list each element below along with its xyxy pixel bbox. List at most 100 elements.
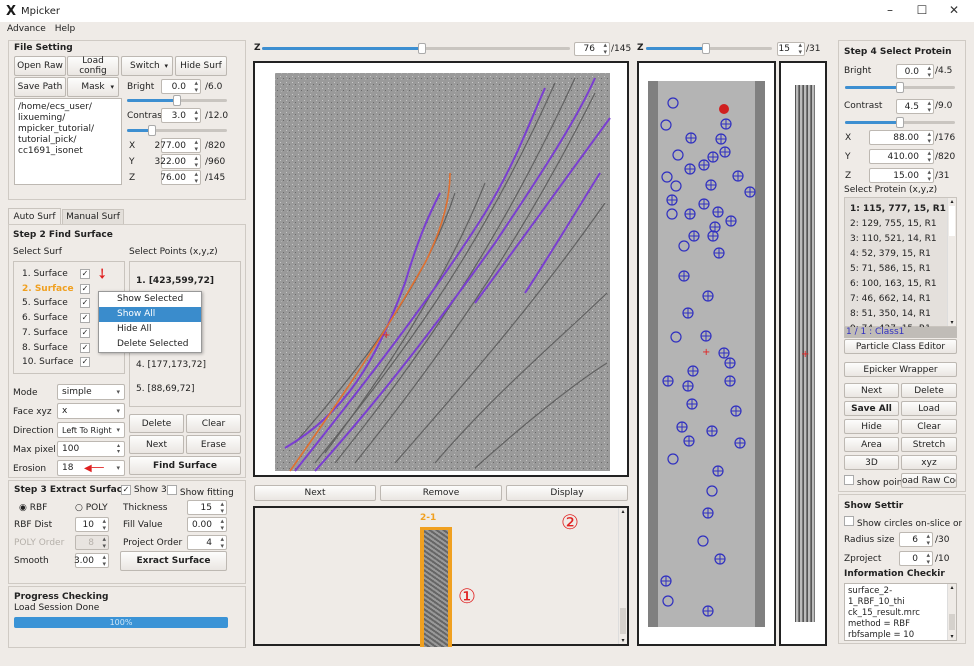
spin-arrows-icon[interactable]: ▴ ▾: [220, 517, 224, 531]
epicker-wrapper-button[interactable]: Epicker Wrapper: [844, 362, 957, 377]
spin-arrows-icon[interactable]: ▴ ▾: [117, 443, 120, 455]
spin-arrows-icon[interactable]: ▴ ▾: [926, 532, 930, 546]
protein-item[interactable]: 6: 100, 163, 15, R1: [845, 277, 956, 292]
protein-list-scrollbar[interactable]: ▴ ▾: [947, 198, 956, 326]
spin-arrows-icon[interactable]: ▴ ▾: [194, 138, 198, 152]
surface-item[interactable]: 1. Surface ✓: [22, 269, 90, 279]
next-surface-button[interactable]: Next: [254, 485, 376, 501]
face-select[interactable]: x ▾: [57, 403, 125, 419]
menu-help[interactable]: Help: [55, 24, 76, 34]
spin-arrows-icon[interactable]: ▴ ▾: [194, 79, 198, 93]
surface-thumbnail[interactable]: [420, 527, 452, 647]
tomogram-view[interactable]: +: [253, 61, 629, 477]
point-item[interactable]: 5. [88,69,72]: [136, 384, 195, 394]
menu-item-delete-selected[interactable]: Delete Selected: [99, 337, 201, 352]
hide-button[interactable]: Hide: [844, 419, 899, 434]
slider-handle[interactable]: [702, 43, 711, 54]
slider-handle[interactable]: [896, 117, 904, 128]
scroll-down-icon[interactable]: ▾: [948, 319, 956, 326]
close-button[interactable]: ✕: [944, 3, 964, 17]
contrast-spinbox[interactable]: 3.0 ▴ ▾: [161, 108, 201, 123]
selected-particle-marker-icon[interactable]: [719, 104, 729, 114]
spin-arrows-icon[interactable]: ▴ ▾: [102, 517, 106, 531]
protein-item[interactable]: 5: 71, 586, 15, R1: [845, 262, 956, 277]
spin-arrows-icon[interactable]: ▴ ▾: [927, 130, 931, 144]
mode-select[interactable]: simple ▾: [57, 384, 125, 400]
switch-dropdown[interactable]: Switch ▾: [121, 56, 173, 76]
surface-item[interactable]: 2. Surface ✓: [22, 283, 90, 294]
surface-visibility-checkbox[interactable]: ✓: [80, 313, 90, 324]
next-button[interactable]: Next: [129, 435, 184, 454]
load-button[interactable]: Load: [901, 401, 957, 416]
tab-auto-surf[interactable]: Auto Surf: [8, 208, 61, 224]
show3d-checkbox[interactable]: ✓ Show 3D: [121, 485, 174, 495]
spin-arrows-icon[interactable]: ▴ ▾: [927, 149, 931, 163]
protein-item[interactable]: 4: 52, 379, 15, R1: [845, 247, 956, 262]
s4-x-spinbox[interactable]: 88.00 ▴ ▾: [869, 130, 934, 145]
particle-class-editor-button[interactable]: Particle Class Editor: [844, 339, 957, 354]
find-surface-button[interactable]: Find Surface: [129, 456, 241, 475]
radius-spinbox[interactable]: 6 ▴ ▾: [899, 532, 933, 547]
spin-arrows-icon[interactable]: ▴ ▾: [102, 553, 106, 567]
mask-dropdown[interactable]: Mask ▾: [67, 77, 119, 97]
show-circles-checkbox[interactable]: Show circles on-slice onl: [844, 516, 962, 529]
remove-surface-button[interactable]: Remove: [380, 485, 502, 501]
scroll-down-icon[interactable]: ▾: [948, 633, 956, 640]
spin-arrows-icon[interactable]: ▴ ▾: [603, 42, 607, 56]
open-raw-button[interactable]: Open Raw: [14, 56, 66, 76]
spin-arrows-icon[interactable]: ▴ ▾: [220, 535, 224, 549]
scroll-up-icon[interactable]: ▴: [619, 508, 627, 515]
z-spinbox[interactable]: 76.00 ▴ ▾: [160, 170, 201, 185]
surface-item[interactable]: 8. Surface ✓: [22, 342, 90, 353]
stretch-button[interactable]: Stretch: [901, 437, 957, 452]
tab-manual-surf[interactable]: Manual Surf: [62, 209, 124, 224]
surface-visibility-checkbox[interactable]: ✓: [80, 342, 90, 353]
direction-select[interactable]: Left To Right ▾: [57, 422, 125, 438]
s4-contrast-slider[interactable]: [845, 117, 955, 128]
load-config-button[interactable]: Load config: [67, 56, 119, 76]
clear-points-button[interactable]: Clear: [186, 414, 241, 433]
surface-z-spinbox[interactable]: 15 ▴ ▾: [777, 42, 805, 56]
surface-view[interactable]: +: [637, 61, 776, 646]
surface-image[interactable]: +: [648, 81, 765, 627]
spin-arrows-icon[interactable]: ▴ ▾: [798, 42, 802, 56]
display-surface-button[interactable]: Display: [506, 485, 628, 501]
contrast-slider[interactable]: [127, 125, 227, 136]
hide-surf-button[interactable]: Hide Surf: [175, 56, 227, 76]
z-slice-spinbox[interactable]: 76 ▴ ▾: [574, 42, 610, 56]
spin-arrows-icon[interactable]: ▴ ▾: [927, 64, 931, 78]
menu-item-show-all[interactable]: Show All: [99, 307, 201, 322]
surface-gallery[interactable]: 2-1 ① ② ▴ ▾: [253, 506, 629, 647]
bright-spinbox[interactable]: 0.0 ▴ ▾: [161, 79, 201, 94]
delete-point-button[interactable]: Delete: [129, 414, 184, 433]
smooth-spinbox[interactable]: 3.00 ▴ ▾: [74, 553, 109, 568]
surface-visibility-checkbox[interactable]: ✓: [80, 357, 90, 368]
info-scrollbar[interactable]: ▴ ▾: [947, 584, 956, 640]
surface-item[interactable]: 5. Surface ✓: [22, 298, 90, 309]
spin-arrows-icon[interactable]: ▴ ▾: [926, 551, 930, 565]
spin-arrows-icon[interactable]: ▴ ▾: [927, 168, 931, 182]
surface-item[interactable]: 7. Surface ✓: [22, 327, 90, 338]
next-protein-button[interactable]: Next: [844, 383, 899, 398]
bright-slider[interactable]: [127, 95, 227, 106]
point-item[interactable]: 4. [177,173,72]: [136, 360, 206, 370]
show-point-checkbox[interactable]: show poin: [844, 475, 902, 488]
xyz-button[interactable]: xyz: [901, 455, 957, 470]
protein-item[interactable]: 1: 115, 777, 15, R1: [845, 202, 956, 217]
clear-button[interactable]: Clear: [901, 419, 957, 434]
surface-visibility-checkbox[interactable]: ✓: [80, 283, 90, 294]
delete-protein-button[interactable]: Delete: [901, 383, 957, 398]
save-all-button[interactable]: Save All: [844, 401, 899, 416]
spin-arrows-icon[interactable]: ▴ ▾: [927, 99, 931, 113]
protein-item[interactable]: 3: 110, 521, 14, R1: [845, 232, 956, 247]
zproject-spinbox[interactable]: 0 ▴ ▾: [899, 551, 933, 566]
maximize-button[interactable]: ☐: [912, 3, 932, 17]
path-display[interactable]: /home/ecs_user/ lixueming/ mpicker_tutor…: [14, 98, 122, 185]
spin-arrows-icon[interactable]: ▴ ▾: [194, 170, 198, 184]
slider-handle[interactable]: [418, 43, 427, 54]
surface-z-slider[interactable]: [646, 43, 772, 54]
save-path-button[interactable]: Save Path: [14, 77, 66, 97]
surface-visibility-checkbox[interactable]: ✓: [80, 327, 90, 338]
s4-z-spinbox[interactable]: 15.00 ▴ ▾: [869, 168, 934, 183]
slider-handle[interactable]: [173, 95, 181, 106]
